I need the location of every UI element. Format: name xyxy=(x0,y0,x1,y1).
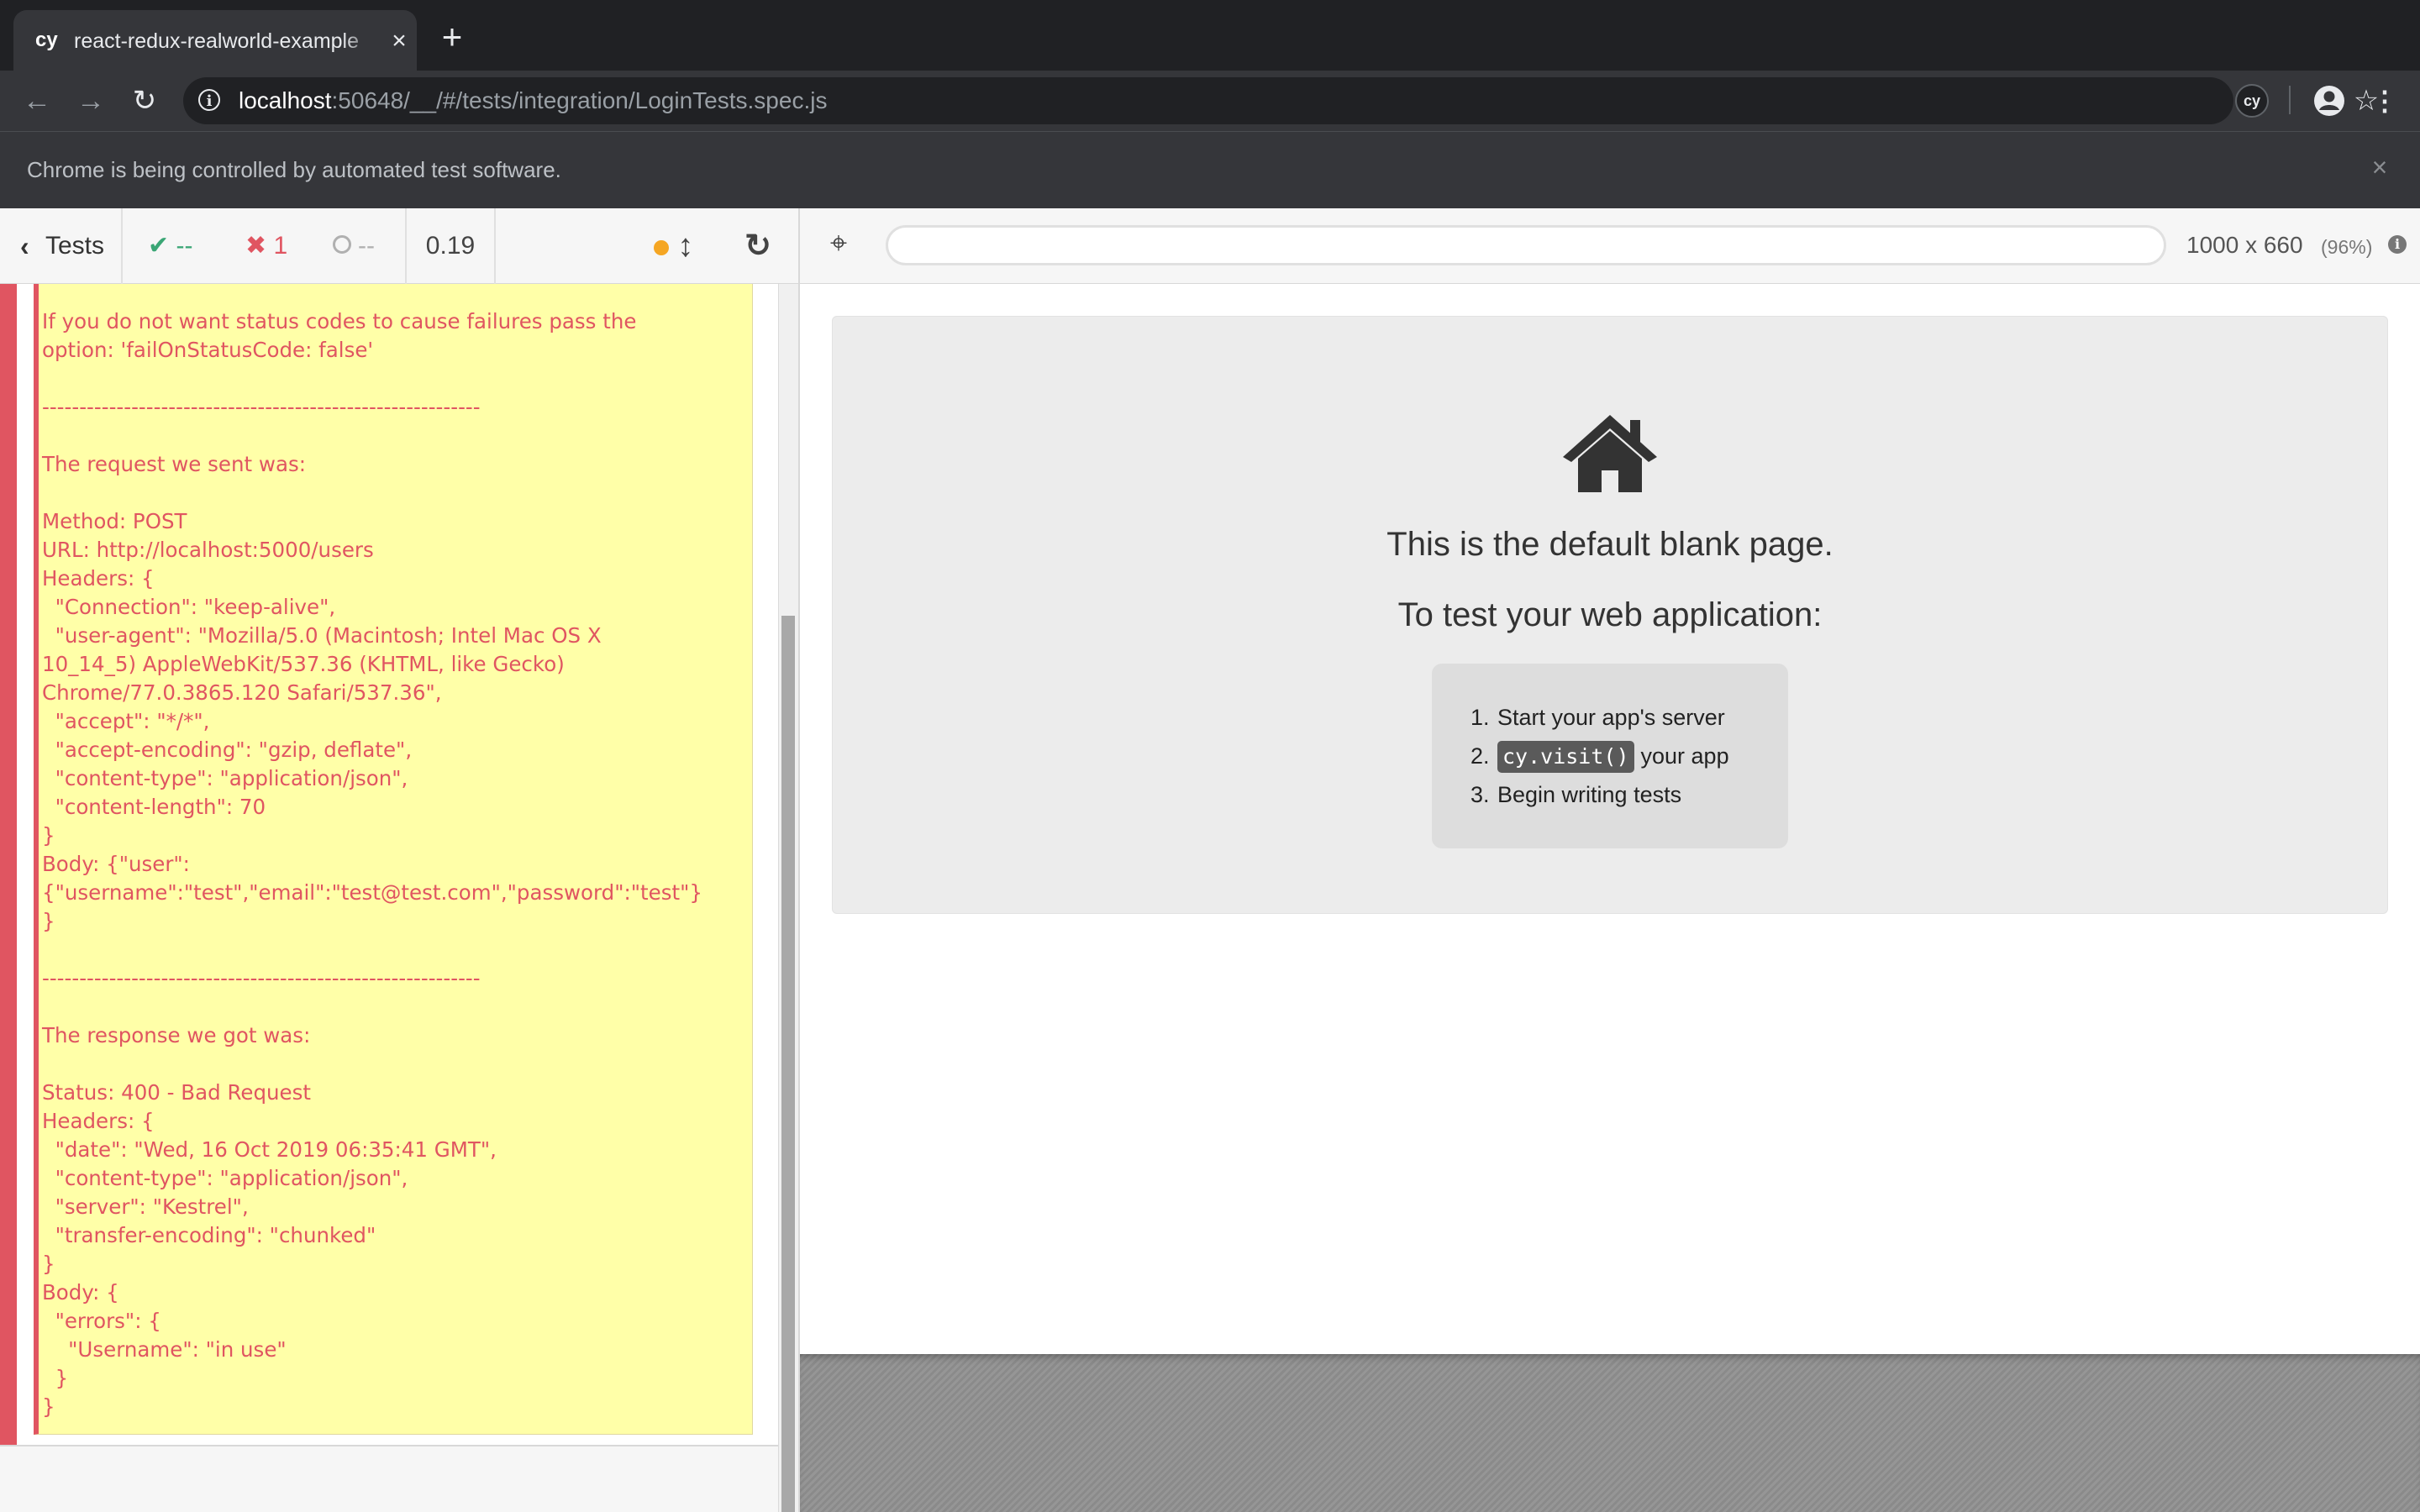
reporter-panel: ‹ Tests ✔ -- ✖ 1 -- 0.19 ↕ ↻ If you do n… xyxy=(0,208,798,1512)
run-duration: 0.19 xyxy=(425,232,476,260)
check-icon: ✔ xyxy=(148,232,170,260)
passed-count-value: -- xyxy=(176,232,193,260)
tab-title: react-redux-realworld-example-app xyxy=(74,29,360,53)
url-path: :50648/__/#/tests/integration/LoginTests… xyxy=(331,87,828,113)
viewport-scale: (96%) xyxy=(2321,236,2373,258)
failed-test-indicator xyxy=(0,284,17,1445)
autoscroll-toggle-icon[interactable]: ↕ xyxy=(677,225,694,267)
x-icon: ✖ xyxy=(245,232,267,260)
back-icon[interactable]: ← xyxy=(20,84,54,118)
step-text: your app xyxy=(1640,743,1729,769)
site-info-icon[interactable]: i xyxy=(198,89,220,111)
tab-strip: cy react-redux-realworld-example-app × + xyxy=(0,0,2420,71)
blank-page-subtitle: To test your web application: xyxy=(1397,596,1823,633)
aut-url-field[interactable] xyxy=(886,225,2166,265)
reload-icon[interactable]: ↻ xyxy=(128,84,161,118)
blank-page-title: This is the default blank page. xyxy=(1386,526,1833,563)
pending-count-value: -- xyxy=(358,232,375,260)
header-divider xyxy=(121,208,123,284)
list-item: 2. cy.visit() your app xyxy=(1470,739,1729,773)
pending-circle-icon xyxy=(333,235,351,255)
viewport-background xyxy=(800,1354,2420,1512)
list-item: 1. Start your app's server xyxy=(1470,701,1725,734)
infobar-message: Chrome is being controlled by automated … xyxy=(27,157,561,182)
address-bar-url[interactable]: localhost:50648/__/#/tests/integration/L… xyxy=(239,87,827,114)
step-number: 3. xyxy=(1470,782,1490,807)
viewport-info-icon[interactable]: i xyxy=(2388,235,2407,254)
forward-icon[interactable]: → xyxy=(74,84,108,118)
url-host: localhost xyxy=(239,87,332,113)
browser-tab[interactable]: cy react-redux-realworld-example-app × xyxy=(13,10,417,71)
new-tab-button[interactable]: + xyxy=(437,19,467,55)
browser-toolbar: ← → ↻ i localhost:50648/__/#/tests/integ… xyxy=(0,71,2420,131)
step-text: Start your app's server xyxy=(1497,705,1725,730)
steps-box: 1. Start your app's server 2. cy.visit() yo… xyxy=(1432,664,1788,848)
profile-avatar-icon[interactable] xyxy=(2312,84,2346,118)
chevron-left-icon: ‹ xyxy=(20,231,29,261)
reporter-footer xyxy=(0,1446,778,1512)
header-divider xyxy=(494,208,496,284)
tab-close-icon[interactable]: × xyxy=(387,29,412,54)
home-icon xyxy=(1563,415,1657,492)
automation-infobar: Chrome is being controlled by automated … xyxy=(0,131,2420,208)
step-text: Begin writing tests xyxy=(1497,782,1682,807)
failed-count-value: 1 xyxy=(273,232,288,260)
pending-count: -- xyxy=(333,208,375,284)
rerun-tests-icon[interactable]: ↻ xyxy=(741,227,775,265)
failed-count: ✖ 1 xyxy=(245,208,287,284)
viewport-size: 1000 x 660 xyxy=(2186,232,2303,258)
list-item: 3. Begin writing tests xyxy=(1470,778,1681,811)
reporter-header: ‹ Tests ✔ -- ✖ 1 -- 0.19 ↕ ↻ xyxy=(0,208,798,284)
step-number: 2. xyxy=(1470,743,1490,769)
cypress-extension-icon[interactable]: cy xyxy=(2235,84,2269,118)
cypress-favicon-icon: cy xyxy=(35,29,58,51)
error-message-text: If you do not want status codes to cause… xyxy=(42,309,702,1419)
infobar-close-icon[interactable]: × xyxy=(2365,152,2395,182)
tests-button-label: Tests xyxy=(45,232,105,260)
step-code: cy.visit() xyxy=(1497,741,1634,773)
toolbar-divider xyxy=(2289,86,2291,114)
tests-button[interactable]: ‹ Tests xyxy=(0,208,121,284)
step-number: 1. xyxy=(1470,705,1490,730)
passed-count: ✔ -- xyxy=(148,208,192,284)
browser-menu-icon[interactable]: ⋮ xyxy=(2371,84,2398,118)
address-bar[interactable]: i localhost:50648/__/#/tests/integration… xyxy=(183,77,2379,124)
reporter-scrollbar-thumb[interactable] xyxy=(781,616,795,1512)
selector-playground-icon[interactable]: ⌖ xyxy=(823,226,854,260)
running-status-dot-icon xyxy=(654,240,669,255)
tab-title-fade xyxy=(343,24,376,57)
